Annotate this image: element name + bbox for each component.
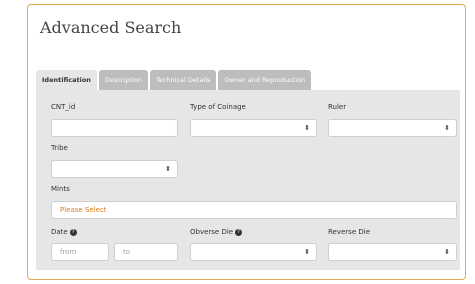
mints-value: Please Select (60, 206, 107, 214)
date-from-placeholder: from (60, 248, 77, 256)
select-arrow-icon: ⬍ (304, 124, 310, 132)
date-label: Date? (51, 228, 77, 236)
select-arrow-icon: ⬍ (304, 248, 310, 256)
ruler-label: Ruler (328, 103, 347, 111)
type-of-coinage-label: Type of Coinage (190, 103, 246, 111)
reverse-die-select[interactable]: ⬍ (328, 243, 457, 261)
tribe-label: Tribe (51, 144, 68, 152)
mints-select[interactable]: Please Select (51, 201, 457, 219)
reverse-die-label: Reverse Die (328, 228, 371, 236)
tab-owner-and-reproduction[interactable]: Owner and Reproduction (218, 70, 312, 90)
tab-description[interactable]: Description (98, 70, 148, 90)
cnt-id-input[interactable] (51, 119, 178, 137)
obverse-die-label: Obverse Die? (190, 228, 243, 236)
date-label-text: Date (51, 228, 68, 236)
obverse-die-label-text: Obverse Die (190, 228, 234, 236)
type-of-coinage-select[interactable]: ⬍ (190, 119, 317, 137)
select-arrow-icon: ⬍ (165, 165, 171, 173)
date-to-placeholder: to (123, 248, 131, 256)
select-arrow-icon: ⬍ (444, 124, 450, 132)
cnt-id-label: CNT_id (51, 103, 76, 111)
date-from-input[interactable]: from (51, 243, 109, 261)
advanced-search-panel: Advanced Search Identification Descripti… (27, 4, 466, 280)
mints-label: Mints (51, 185, 70, 193)
obverse-die-select[interactable]: ⬍ (190, 243, 317, 261)
help-icon[interactable]: ? (235, 228, 243, 236)
select-arrow-icon: ⬍ (444, 248, 450, 256)
help-icon[interactable]: ? (69, 228, 77, 236)
ruler-select[interactable]: ⬍ (328, 119, 457, 137)
tab-identification[interactable]: Identification (36, 70, 97, 90)
page-title: Advanced Search (40, 18, 182, 37)
tribe-select[interactable]: ⬍ (51, 160, 178, 178)
tab-technical-details[interactable]: Technical Details (149, 70, 217, 90)
tab-bar: Identification Description Technical Det… (36, 70, 313, 90)
date-to-input[interactable]: to (114, 243, 178, 261)
identification-tab-content: CNT_id Type of Coinage ⬍ Ruler ⬍ Tribe ⬍… (36, 90, 460, 270)
